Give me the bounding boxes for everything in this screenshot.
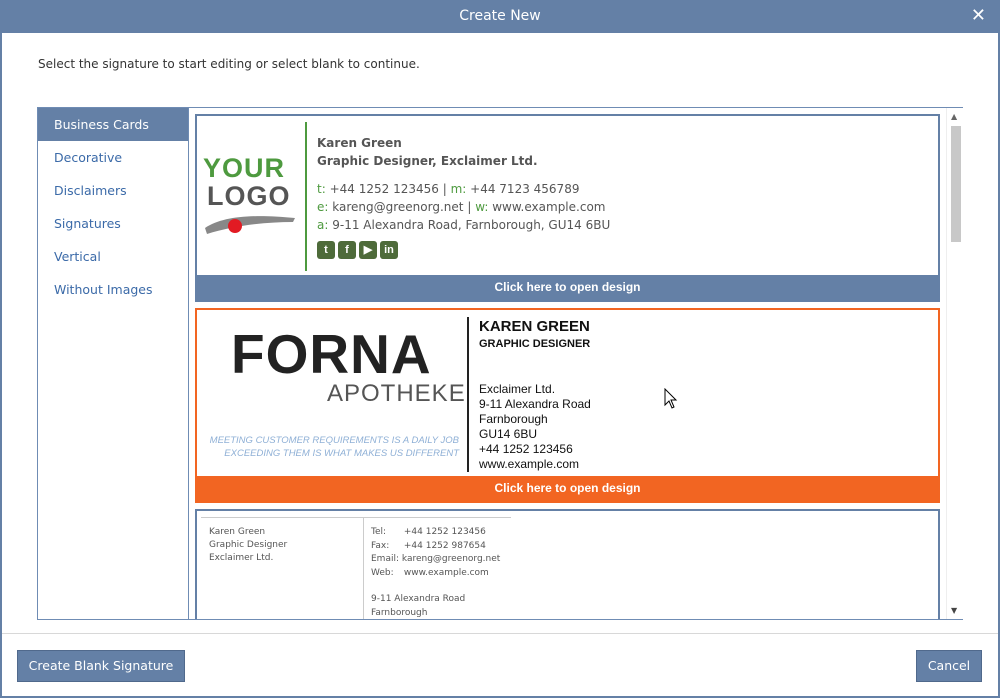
separator: |: [442, 182, 447, 196]
mobile-value: +44 7123 456789: [470, 182, 580, 196]
email-value: kareng@greenorg.net: [332, 200, 464, 214]
sidebar-item-business-cards[interactable]: Business Cards: [38, 108, 188, 141]
scroll-down-icon[interactable]: ▼: [951, 606, 957, 615]
address-block: Exclaimer Ltd. 9-11 Alexandra Road Farnb…: [479, 382, 591, 472]
open-design-button[interactable]: Click here to open design: [197, 275, 938, 300]
logo-text-your: YOUR: [203, 153, 286, 183]
design-card-plain[interactable]: Karen Green Graphic Designer Exclaimer L…: [195, 509, 940, 619]
sidebar-item-decorative[interactable]: Decorative: [38, 141, 188, 174]
tel-label: Tel:: [371, 527, 387, 537]
signature-details: Karen Green Graphic Designer Exclaimer L…: [209, 526, 287, 565]
address-line: GU14 6BU: [479, 427, 538, 441]
tel-value: +44 1252 123456: [329, 182, 439, 196]
web-label: w:: [475, 200, 489, 214]
email-line: Email: kareng@greenorg.net: [371, 553, 500, 567]
fax-label: Fax:: [371, 540, 390, 551]
address-line: Exclaimer Ltd.: [479, 382, 556, 396]
logo-text-logo: LOGO: [207, 181, 291, 211]
forna-logo-text: FORNA: [231, 323, 432, 385]
divider-line: [305, 122, 307, 271]
address-line: www.example.com: [479, 457, 580, 471]
sidebar-item-without-images[interactable]: Without Images: [38, 273, 188, 306]
email-label: e:: [317, 200, 329, 214]
web-label: Web:: [371, 567, 394, 578]
signature-company: Exclaimer Ltd.: [209, 553, 274, 563]
signature-name: Karen Green: [209, 527, 266, 537]
footer-divider: [2, 633, 998, 634]
design-gallery: YOUR LOGO Karen Green Graphic Designer, …: [190, 108, 963, 619]
linkedin-icon: in: [380, 241, 398, 259]
template-panel: Business Cards Decorative Disclaimers Si…: [37, 107, 963, 620]
contact-details: Tel: +44 1252 123456 Fax: +44 1252 98765…: [371, 526, 500, 619]
brush-stroke-icon: [205, 216, 295, 234]
web-line: Web: www.example.com: [371, 567, 500, 581]
address-line: +44 1252 123456: [479, 442, 573, 456]
address-value: 9-11 Alexandra Road, Farnborough, GU14 6…: [332, 218, 611, 232]
slogan-line: MEETING CUSTOMER REQUIREMENTS IS A DAILY…: [209, 435, 459, 446]
twitter-icon: t: [317, 241, 335, 259]
address-line: a: 9-11 Alexandra Road, Farnborough, GU1…: [317, 216, 610, 234]
window-title: Create New: [459, 8, 541, 24]
slogan-line: EXCEEDING THEM IS WHAT MAKES US DIFFEREN…: [224, 448, 459, 459]
apotheke-logo-text: APOTHEKE: [327, 380, 466, 407]
your-logo-image: YOUR LOGO: [203, 154, 298, 236]
signature-name: KAREN GREEN: [479, 318, 590, 335]
signature-role: Graphic Designer: [209, 540, 288, 550]
sidebar-item-disclaimers[interactable]: Disclaimers: [38, 174, 188, 207]
slogan-text: MEETING CUSTOMER REQUIREMENTS IS A DAILY…: [201, 434, 459, 460]
sidebar-item-signatures[interactable]: Signatures: [38, 207, 188, 240]
tel-value: +44 1252 123456: [403, 527, 486, 537]
fax-value: +44 1252 987654: [403, 540, 486, 551]
facebook-icon: f: [338, 241, 356, 259]
close-icon[interactable]: ✕: [971, 6, 986, 26]
divider-line: [201, 517, 511, 518]
instruction-text: Select the signature to start editing or…: [38, 57, 420, 71]
sidebar-item-vertical[interactable]: Vertical: [38, 240, 188, 273]
divider-line: [467, 317, 469, 472]
signature-details: KAREN GREEN GRAPHIC DESIGNER Exclaimer L…: [479, 318, 591, 472]
cancel-button[interactable]: Cancel: [916, 650, 982, 682]
phone-line: t: +44 1252 123456 | m: +44 7123 456789: [317, 180, 610, 198]
scroll-thumb[interactable]: [951, 126, 961, 242]
tel-line: Tel: +44 1252 123456: [371, 526, 500, 540]
title-bar: Create New ✕: [0, 0, 1000, 33]
web-value: www.example.com: [403, 567, 489, 578]
address-line: 9-11 Alexandra Road: [479, 397, 591, 411]
tel-label: t:: [317, 182, 326, 196]
email-line: e: kareng@greenorg.net | w: www.example.…: [317, 198, 610, 216]
address-label: a:: [317, 218, 329, 232]
signature-role: Graphic Designer, Exclaimer Ltd.: [317, 154, 538, 168]
open-design-button[interactable]: Click here to open design: [197, 476, 938, 501]
design-card-your-logo[interactable]: YOUR LOGO Karen Green Graphic Designer, …: [195, 114, 940, 302]
create-blank-signature-button[interactable]: Create Blank Signature: [17, 650, 185, 682]
separator: |: [467, 200, 472, 214]
web-value: www.example.com: [492, 200, 606, 214]
design-card-forna[interactable]: FORNA APOTHEKE MEETING CUSTOMER REQUIREM…: [195, 308, 940, 503]
social-icons: t f ▶ in: [317, 241, 398, 259]
address-line: Farnborough: [479, 412, 548, 426]
signature-name: Karen Green: [317, 136, 402, 150]
divider-line: [363, 518, 364, 619]
mobile-label: m:: [450, 182, 467, 196]
scroll-up-icon[interactable]: ▲: [951, 112, 957, 121]
category-sidebar: Business Cards Decorative Disclaimers Si…: [38, 108, 189, 619]
gallery-scrollbar[interactable]: ▲ ▼: [946, 108, 963, 619]
fax-line: Fax: +44 1252 987654: [371, 540, 500, 554]
email-value: kareng@greenorg.net: [401, 554, 501, 564]
email-label: Email:: [371, 554, 400, 564]
signature-role: GRAPHIC DESIGNER: [479, 338, 591, 350]
mouse-cursor-icon: [664, 388, 678, 409]
address-line: 9-11 Alexandra Road: [371, 594, 466, 604]
signature-details: Karen Green Graphic Designer, Exclaimer …: [317, 134, 610, 234]
youtube-icon: ▶: [359, 241, 377, 259]
address-line: Farnborough: [371, 607, 428, 618]
